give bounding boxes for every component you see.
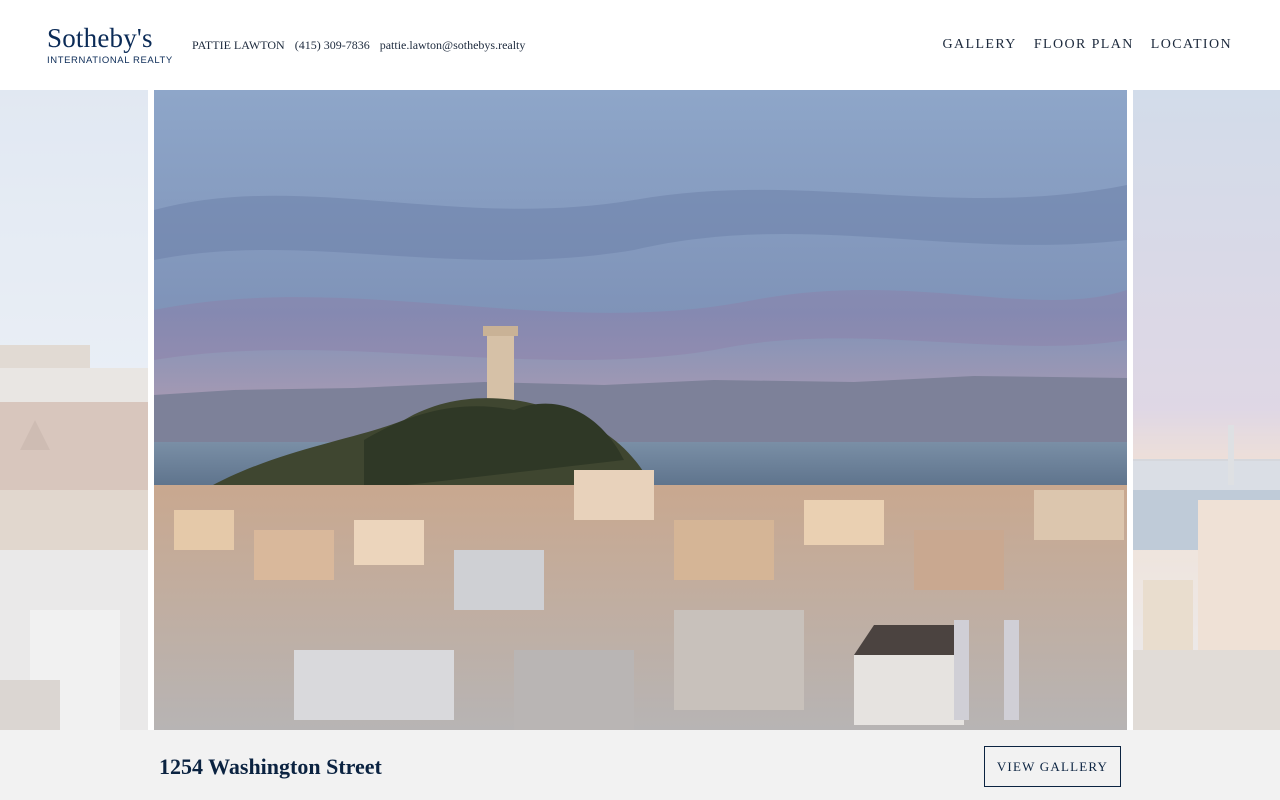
- listing-address: 1254 Washington Street: [159, 754, 382, 779]
- site-header: Sotheby's INTERNATIONAL REALTY PATTIE LA…: [0, 0, 1280, 90]
- nav-location[interactable]: LOCATION: [1151, 37, 1232, 53]
- agent-name: PATTIE LAWTON: [192, 38, 285, 52]
- current-slide-photo[interactable]: [154, 90, 1127, 730]
- logo-subtitle: INTERNATIONAL REALTY: [47, 55, 173, 66]
- photo-carousel[interactable]: [0, 90, 1280, 730]
- view-gallery-button[interactable]: VIEW GALLERY: [984, 746, 1121, 787]
- main-nav: GALLERY FLOOR PLAN LOCATION: [942, 37, 1232, 53]
- agent-contact: PATTIE LAWTON (415) 309-7836 pattie.lawt…: [192, 38, 525, 52]
- agent-phone[interactable]: (415) 309-7836: [295, 38, 370, 52]
- logo-wordmark: Sotheby's: [47, 23, 153, 53]
- sothebys-logo[interactable]: Sotheby's INTERNATIONAL REALTY: [47, 22, 177, 66]
- agent-email[interactable]: pattie.lawton@sothebys.realty: [380, 38, 526, 52]
- nav-floor-plan[interactable]: FLOOR PLAN: [1034, 37, 1134, 53]
- listing-bar: 1254 Washington Street VIEW GALLERY: [0, 730, 1280, 800]
- next-slide-photo[interactable]: [1133, 90, 1280, 730]
- nav-gallery[interactable]: GALLERY: [942, 37, 1016, 53]
- previous-slide-photo[interactable]: [0, 90, 148, 730]
